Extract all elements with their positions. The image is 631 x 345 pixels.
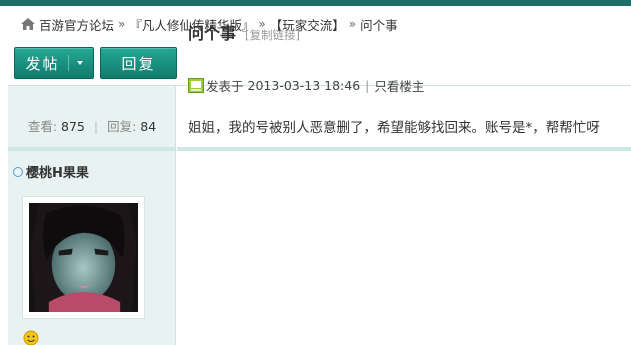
stats-divider: | bbox=[93, 119, 99, 134]
avatar-frame bbox=[22, 196, 145, 319]
views-label: 查看: bbox=[27, 119, 58, 134]
views-count: 875 bbox=[61, 119, 85, 134]
posted-prefix: 发表于 bbox=[206, 79, 244, 94]
breadcrumb-separator: » bbox=[118, 17, 126, 31]
replies-count: 84 bbox=[140, 119, 157, 134]
author-info: 樱桃H果果 bbox=[13, 162, 89, 181]
smiley-icon bbox=[23, 330, 39, 345]
online-status-icon bbox=[13, 166, 23, 177]
breadcrumb-item-thread: 问个事 bbox=[360, 17, 398, 33]
button-divider bbox=[67, 55, 69, 71]
replies-label: 回复: bbox=[107, 119, 137, 134]
caret-down-icon bbox=[76, 61, 83, 65]
new-post-label: 发帖 bbox=[25, 54, 60, 73]
author-name[interactable]: 樱桃H果果 bbox=[26, 162, 89, 181]
top-strip bbox=[0, 0, 631, 6]
breadcrumb-item-forum[interactable]: 百游官方论坛 bbox=[39, 15, 114, 34]
new-post-button[interactable]: 发帖 bbox=[14, 47, 94, 79]
sidebar-divider bbox=[8, 147, 176, 151]
content-divider bbox=[177, 147, 631, 151]
only-author-link[interactable]: 只看楼主 bbox=[374, 76, 424, 95]
copy-link[interactable]: [复制链接] bbox=[245, 27, 300, 43]
thread-stats: 查看: 875 | 回复: 84 bbox=[8, 116, 176, 135]
thread-header: 问个事 [复制链接] bbox=[188, 20, 300, 44]
reply-button[interactable]: 回复 bbox=[100, 47, 177, 79]
reply-label: 回复 bbox=[121, 54, 156, 73]
thread-title: 问个事 bbox=[188, 24, 237, 43]
avatar[interactable] bbox=[29, 203, 138, 312]
author-sidebar: 查看: 875 | 回复: 84 樱桃H果果 bbox=[8, 86, 176, 345]
posted-time: 2013-03-13 18:46 bbox=[247, 78, 361, 93]
home-icon[interactable] bbox=[20, 17, 36, 31]
breadcrumb-separator: » bbox=[348, 17, 357, 31]
post-icon bbox=[188, 78, 204, 93]
post-body: 姐姐，我的号被别人恶意删了，希望能够找回来。账号是*，帮帮忙呀 bbox=[188, 120, 600, 136]
post-meta: 发表于 2013-03-13 18:46 | 只看楼主 bbox=[188, 76, 424, 95]
meta-divider: | bbox=[365, 78, 370, 93]
